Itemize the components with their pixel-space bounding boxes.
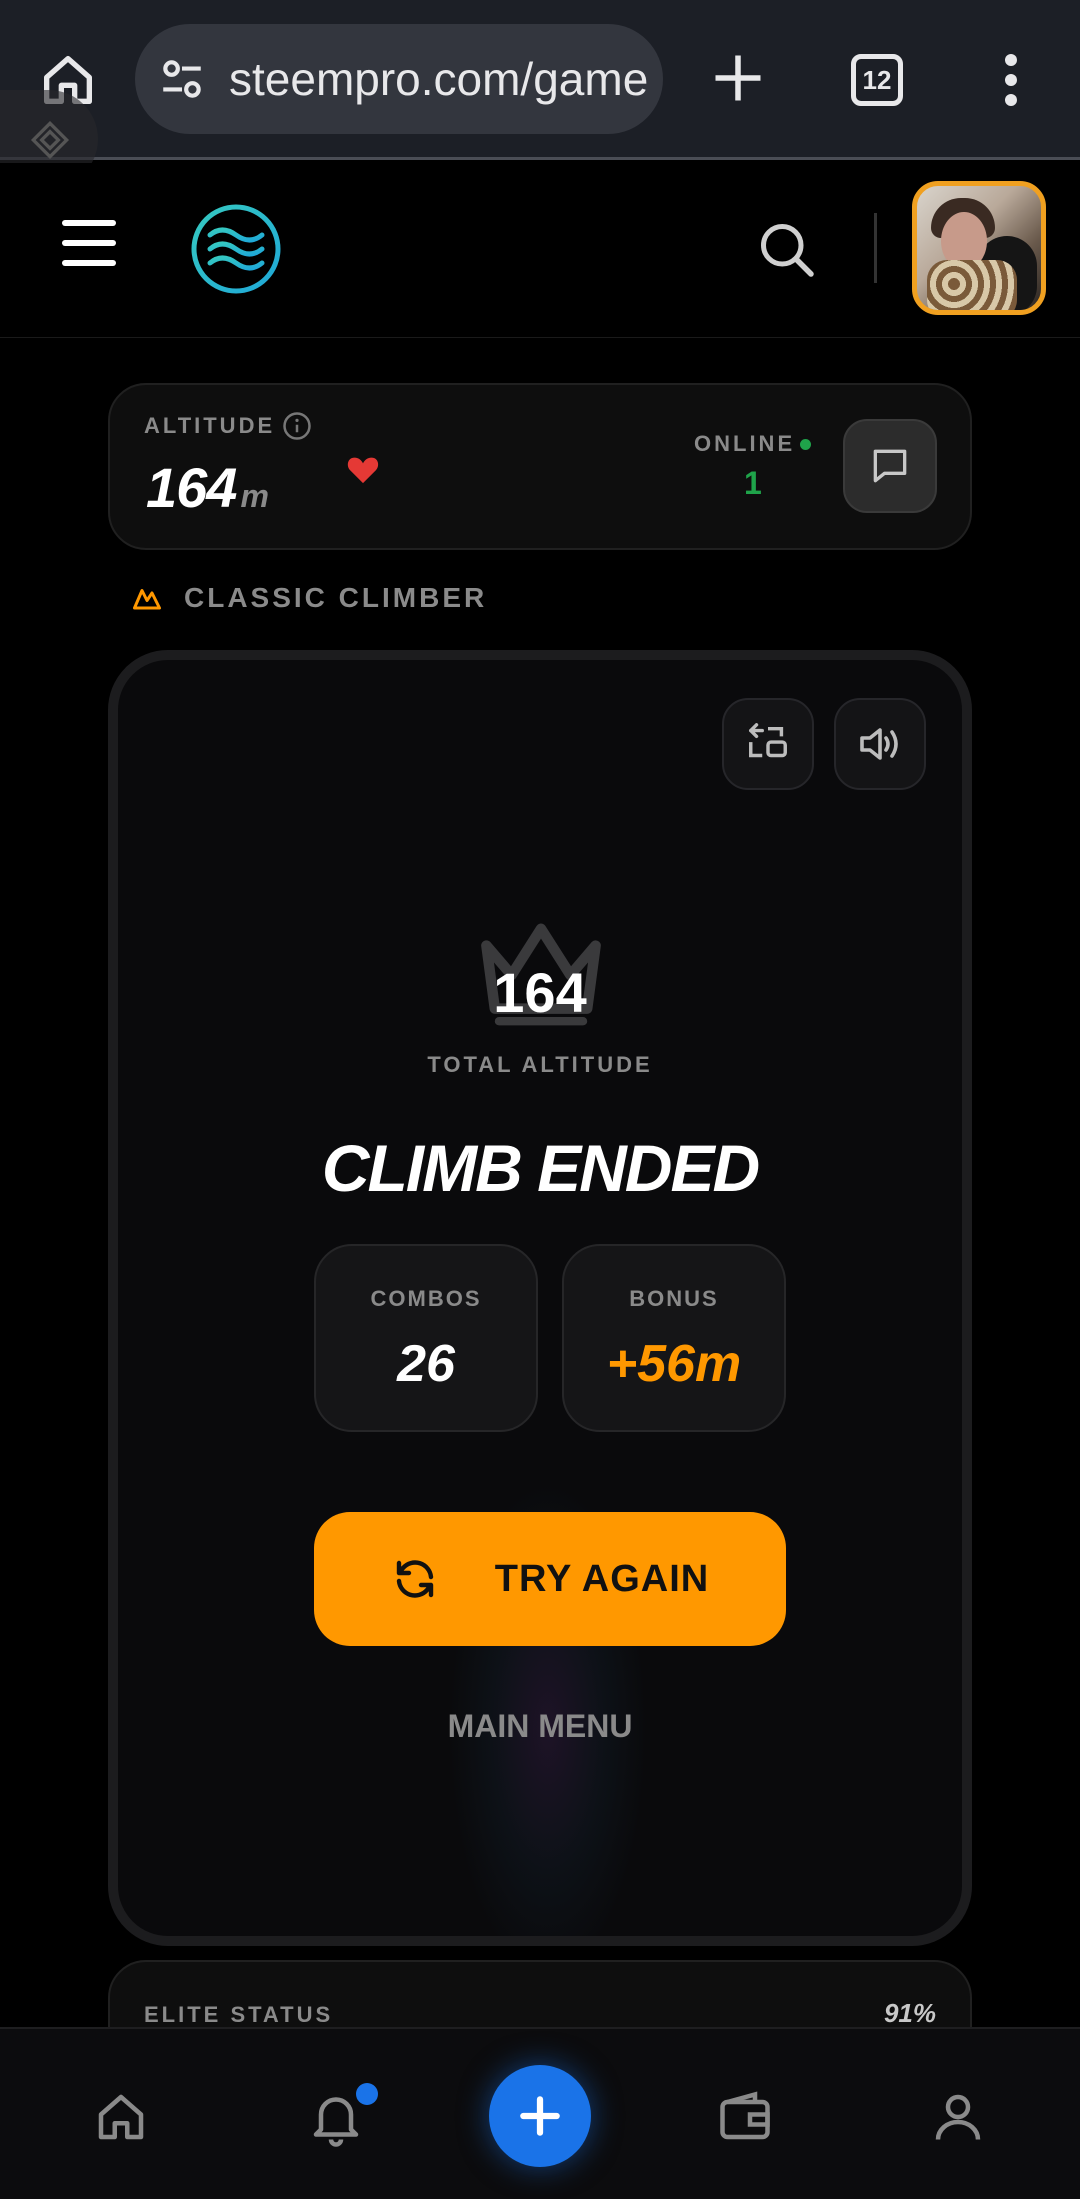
volume-icon [860, 728, 898, 760]
game-mode-label: CLASSIC CLIMBER [184, 582, 488, 613]
tune-icon[interactable] [157, 54, 207, 104]
info-icon[interactable] [282, 411, 312, 441]
bonus-box: BONUS +56m [562, 1244, 786, 1432]
chat-button[interactable] [843, 419, 937, 513]
altitude-unit: m [240, 478, 268, 514]
elite-status-percent: 91% [883, 1998, 936, 2028]
combos-box: COMBOS 26 [314, 1244, 538, 1432]
swap-layout-button[interactable] [722, 698, 814, 790]
combos-value: 26 [397, 1335, 455, 1393]
altitude-label: ALTITUDE [144, 413, 276, 438]
main-menu-link[interactable]: MAIN MENU [118, 1708, 962, 1745]
online-indicator-dot [800, 439, 811, 450]
user-icon[interactable] [928, 2087, 988, 2147]
elite-status-label: ELITE STATUS [144, 2002, 334, 2027]
altitude-value: 164 m [146, 455, 269, 520]
plus-icon [520, 2096, 560, 2136]
tab-count: 12 [862, 64, 892, 95]
more-vert-icon[interactable] [996, 50, 1026, 110]
diamond-icon [30, 120, 70, 160]
swap-icon [749, 723, 787, 758]
wallet-icon[interactable] [715, 2087, 775, 2147]
search-icon[interactable] [756, 219, 816, 279]
total-altitude-value: 164 [493, 961, 587, 1024]
climb-ended-title: CLIMB ENDED [321, 1131, 760, 1205]
header-divider [874, 213, 877, 283]
heart-icon [347, 457, 379, 484]
altitude-stats-card: ALTITUDE 164 m ONLINE 1 [108, 383, 972, 550]
nav-home-icon[interactable] [91, 2087, 151, 2147]
new-tab-icon[interactable] [708, 48, 768, 108]
online-count: 1 [744, 465, 762, 501]
chat-icon [873, 449, 907, 483]
browser-toolbar: steempro.com/game 12 [0, 0, 1080, 160]
try-again-button[interactable]: TRY AGAIN [314, 1512, 786, 1646]
refresh-icon [396, 1560, 433, 1598]
bonus-label: BONUS [629, 1286, 719, 1311]
altitude-number: 164 [146, 456, 237, 519]
game-panel: 164 TOTAL ALTITUDE CLIMB ENDED COMBOS 26… [108, 650, 972, 1946]
menu-icon[interactable] [62, 218, 116, 268]
mountain-icon [133, 589, 161, 610]
bottom-navigation [0, 2027, 1080, 2199]
notification-dot [356, 2083, 378, 2105]
app-header [0, 163, 1080, 338]
tab-switcher-button[interactable]: 12 [851, 54, 903, 106]
combos-label: COMBOS [370, 1286, 482, 1311]
address-bar[interactable]: steempro.com/game [135, 24, 663, 134]
create-post-button[interactable] [489, 2065, 591, 2167]
url-text[interactable]: steempro.com/game [229, 52, 649, 106]
game-mode-row: CLASSIC CLIMBER [132, 582, 487, 614]
online-label: ONLINE [694, 431, 796, 456]
total-altitude-label: TOTAL ALTITUDE [427, 1052, 653, 1077]
sound-toggle-button[interactable] [834, 698, 926, 790]
try-again-label: TRY AGAIN [494, 1557, 710, 1600]
avatar[interactable] [912, 181, 1046, 315]
bonus-value: +56m [606, 1335, 742, 1393]
logo-icon[interactable] [190, 203, 282, 295]
